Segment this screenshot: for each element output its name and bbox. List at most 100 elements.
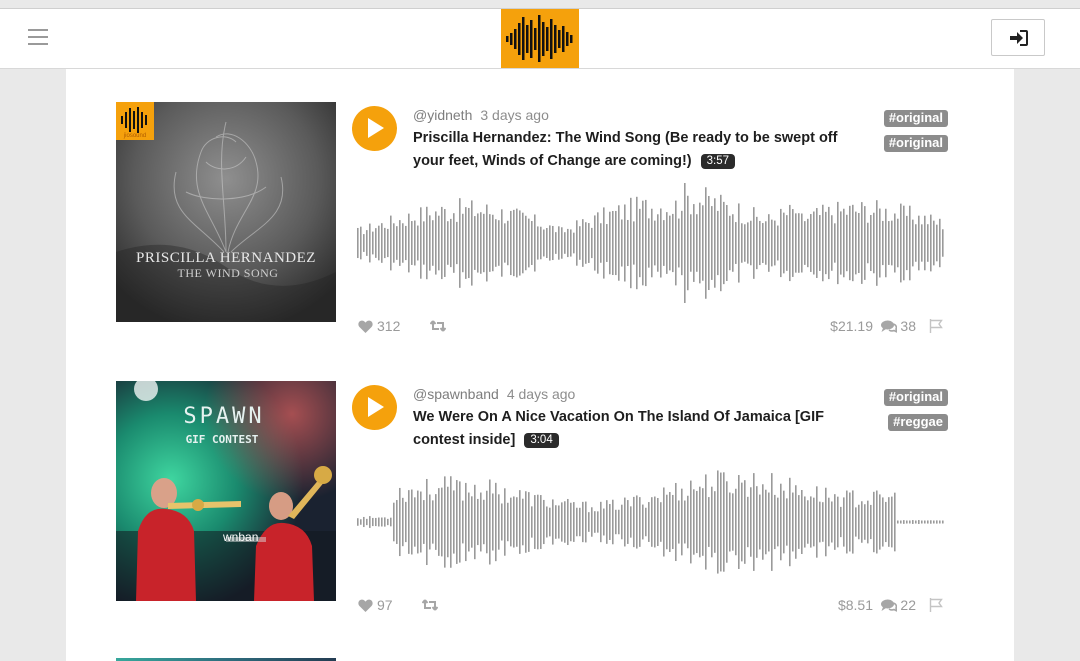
like-button[interactable]: 97 bbox=[358, 597, 393, 613]
waveform-bar bbox=[678, 500, 680, 544]
waveform-bar bbox=[573, 232, 575, 254]
hamburger-menu-icon[interactable] bbox=[28, 29, 48, 47]
repost-button[interactable] bbox=[429, 319, 447, 335]
waveform-bar bbox=[876, 490, 878, 554]
waveform-bar bbox=[564, 232, 566, 254]
waveform-bar bbox=[762, 223, 764, 263]
waveform-logo-icon[interactable] bbox=[501, 9, 579, 68]
waveform-bar bbox=[363, 516, 365, 528]
like-button[interactable]: 312 bbox=[358, 318, 400, 334]
waveform-bar bbox=[609, 211, 611, 275]
waveform-bar bbox=[456, 480, 458, 564]
waveform-bar bbox=[453, 213, 455, 273]
waveform-bar bbox=[930, 214, 932, 272]
track-title-text[interactable]: We Were On A Nice Vacation On The Island… bbox=[413, 409, 824, 448]
track-post: wnban SPAWN GIF CONTEST @spawnband 4 days… bbox=[66, 348, 1014, 628]
waveform-bar bbox=[816, 486, 818, 558]
waveform-bar bbox=[444, 209, 446, 277]
price-tip[interactable]: $8.51 bbox=[838, 597, 873, 613]
waveform-bar bbox=[477, 213, 479, 273]
user-handle-link[interactable]: @spawnband bbox=[413, 386, 499, 402]
tag-list: #original #original bbox=[883, 109, 948, 159]
waveform-bar bbox=[693, 204, 695, 282]
cover-art-image: jiosound Priscilla Hernandez The Wind So… bbox=[116, 102, 336, 322]
play-button[interactable] bbox=[352, 106, 397, 151]
tag-badge[interactable]: #original bbox=[883, 110, 948, 127]
track-title[interactable]: We Were On A Nice Vacation On The Island… bbox=[413, 406, 853, 452]
waveform-bar bbox=[900, 203, 902, 283]
user-handle-link[interactable]: @yidneth bbox=[413, 107, 472, 123]
waveform-bar bbox=[690, 214, 692, 272]
waveform-bar bbox=[717, 210, 719, 276]
duration-badge: 3:57 bbox=[700, 154, 736, 169]
waveform-bar bbox=[657, 497, 659, 547]
waveform-bar bbox=[384, 517, 386, 527]
waveform-bar bbox=[648, 502, 650, 542]
waveform-bar bbox=[768, 492, 770, 552]
flag-button[interactable] bbox=[929, 319, 943, 336]
waveform-bar bbox=[459, 481, 461, 563]
waveform-bar bbox=[588, 512, 590, 532]
tag-badge[interactable]: #original bbox=[883, 135, 948, 152]
waveform-bar bbox=[393, 223, 395, 263]
logo-waveform-svg bbox=[506, 15, 573, 62]
waveform-bar bbox=[576, 220, 578, 266]
waveform-bar bbox=[867, 222, 869, 264]
waveform[interactable] bbox=[356, 462, 946, 582]
waveform-bar bbox=[543, 229, 545, 257]
waveform-bar bbox=[468, 207, 470, 279]
waveform-bar bbox=[687, 495, 689, 549]
waveform-bar bbox=[426, 478, 428, 566]
waveform-bar bbox=[627, 500, 629, 544]
play-button[interactable] bbox=[352, 385, 397, 430]
waveform-bar bbox=[906, 520, 908, 524]
waveform-bar bbox=[936, 520, 938, 524]
login-button[interactable] bbox=[991, 19, 1045, 56]
waveform-bar bbox=[540, 495, 542, 549]
waveform-bar bbox=[402, 223, 404, 263]
flag-button[interactable] bbox=[929, 598, 943, 615]
waveform-bar bbox=[912, 219, 914, 267]
price-tip[interactable]: $21.19 bbox=[830, 318, 873, 334]
waveform-bar bbox=[705, 187, 707, 299]
waveform[interactable] bbox=[356, 183, 946, 303]
waveform-bar bbox=[627, 219, 629, 267]
waveform-bar bbox=[414, 220, 416, 266]
waveform-bar bbox=[600, 501, 602, 543]
waveform-bar bbox=[543, 499, 545, 545]
waveform-bar bbox=[612, 210, 614, 276]
tag-badge[interactable]: #reggae bbox=[888, 414, 948, 431]
waveform-bar bbox=[666, 494, 668, 550]
waveform-bar bbox=[558, 505, 560, 539]
waveform-bar bbox=[870, 504, 872, 540]
comments-button[interactable]: 22 bbox=[881, 597, 916, 613]
waveform-bar bbox=[942, 229, 944, 257]
waveform-bar bbox=[540, 226, 542, 260]
waveform-bar bbox=[744, 224, 746, 262]
waveform-bar bbox=[831, 215, 833, 271]
waveform-bar bbox=[873, 491, 875, 553]
track-title[interactable]: Priscilla Hernandez: The Wind Song (Be r… bbox=[413, 127, 853, 173]
comments-button[interactable]: 38 bbox=[881, 318, 916, 334]
waveform-bar bbox=[432, 220, 434, 266]
tag-badge[interactable]: #original bbox=[883, 389, 948, 406]
waveform-bar bbox=[435, 211, 437, 275]
waveform-bar bbox=[483, 213, 485, 273]
repost-button[interactable] bbox=[421, 598, 439, 614]
browser-top-strip bbox=[0, 0, 1080, 9]
waveform-bar bbox=[501, 503, 503, 541]
waveform-bar bbox=[726, 205, 728, 281]
waveform-bar bbox=[651, 208, 653, 278]
waveform-bar bbox=[711, 206, 713, 280]
track-title-text[interactable]: Priscilla Hernandez: The Wind Song (Be r… bbox=[413, 130, 837, 169]
waveform-bar bbox=[681, 210, 683, 276]
waveform-bar bbox=[651, 497, 653, 547]
waveform-bar bbox=[630, 506, 632, 538]
waveform-bar bbox=[891, 220, 893, 266]
waveform-bar bbox=[519, 490, 521, 554]
waveform-bar bbox=[561, 227, 563, 259]
waveform-bar bbox=[426, 206, 428, 280]
waveform-bar bbox=[858, 504, 860, 540]
track-cover[interactable]: wnban SPAWN GIF CONTEST bbox=[116, 381, 336, 601]
track-cover[interactable]: jiosound Priscilla Hernandez The Wind So… bbox=[116, 102, 336, 322]
